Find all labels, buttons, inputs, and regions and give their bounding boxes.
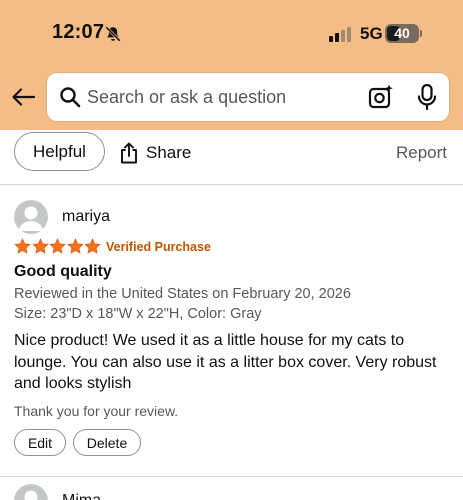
search-icon	[60, 87, 81, 108]
battery-cap	[420, 30, 422, 37]
star-icon	[14, 238, 31, 254]
search-bar[interactable]: Search or ask a question	[47, 73, 449, 121]
review-body: Nice product! We used it as a little hou…	[14, 332, 437, 392]
camera-lens-icon[interactable]	[368, 84, 394, 110]
star-icon	[67, 238, 83, 254]
status-bar: 12:07 5G 40	[0, 0, 463, 62]
user-avatar-icon	[14, 200, 48, 234]
star-icon	[84, 238, 101, 254]
report-link[interactable]: Report	[396, 143, 447, 163]
battery-level: 40	[394, 25, 410, 41]
review-title: Good quality	[14, 263, 112, 280]
review-date: Reviewed in the United States on Februar…	[14, 286, 351, 302]
thanks-message: Thank you for your review.	[14, 403, 179, 419]
share-button[interactable]: Share	[119, 141, 191, 165]
microphone-icon[interactable]	[417, 84, 437, 110]
edit-button[interactable]: Edit	[14, 429, 66, 456]
delete-button[interactable]: Delete	[73, 429, 141, 456]
divider	[0, 184, 463, 185]
share-icon	[121, 142, 137, 164]
star-icon	[32, 238, 48, 254]
user-avatar-icon	[14, 484, 48, 500]
star-rating	[14, 238, 102, 256]
bell-slash-icon	[105, 26, 121, 42]
review-variant: Size: 23"D x 18"W x 22"H, Color: Gray	[14, 306, 262, 322]
signal-icon	[329, 27, 351, 42]
app-header: 12:07 5G 40 Search or ask a question	[0, 0, 463, 130]
divider	[0, 476, 463, 477]
battery-icon: 40	[385, 24, 419, 43]
back-arrow-icon[interactable]	[10, 85, 36, 109]
search-input[interactable]: Search or ask a question	[87, 87, 286, 108]
reviewer-name[interactable]: mariya	[62, 208, 110, 226]
helpful-button[interactable]: Helpful	[14, 132, 105, 171]
status-time: 12:07	[52, 21, 105, 43]
next-reviewer-name[interactable]: Mima	[62, 492, 101, 500]
share-label: Share	[146, 143, 192, 162]
star-icon	[49, 238, 66, 254]
network-type: 5G	[360, 24, 383, 43]
verified-purchase-badge: Verified Purchase	[106, 240, 211, 254]
